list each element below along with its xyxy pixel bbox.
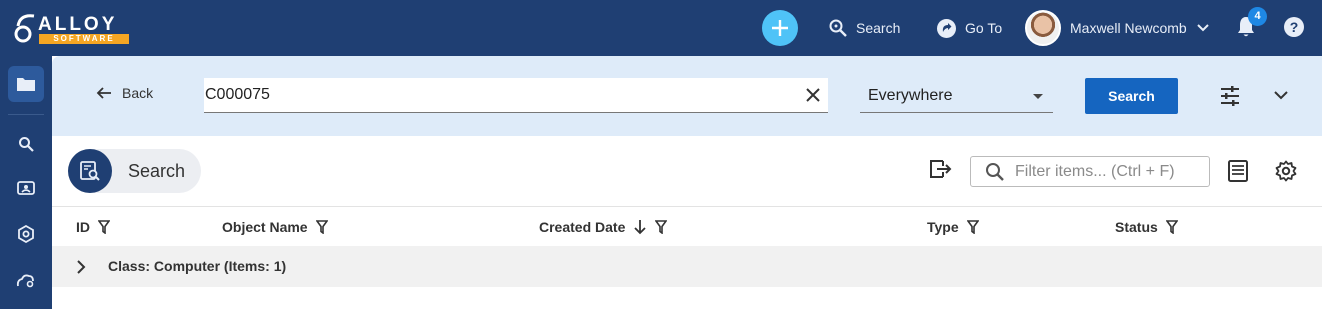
column-label: Type xyxy=(927,219,959,235)
user-menu[interactable]: Maxwell Newcomb xyxy=(1025,10,1210,46)
view-title-pill: Search xyxy=(68,149,201,193)
global-search-label: Search xyxy=(856,20,901,36)
filter-icon[interactable] xyxy=(98,220,110,234)
export-icon[interactable] xyxy=(929,159,953,179)
plus-icon xyxy=(772,20,788,36)
alloy-logo[interactable]: ALLOY SOFTWARE xyxy=(14,12,130,46)
arrow-left-icon xyxy=(96,87,111,99)
global-search-link[interactable]: Search xyxy=(828,16,900,40)
results-table-header: ID Object Name Created Date Type Status xyxy=(52,206,1322,246)
settings-hex-icon xyxy=(18,225,34,243)
group-row-computer[interactable]: Class: Computer (Items: 1) xyxy=(52,246,1322,287)
logo-subtext: SOFTWARE xyxy=(39,34,129,44)
nav-item-contacts[interactable] xyxy=(8,170,44,206)
list-view-icon[interactable] xyxy=(1227,160,1249,182)
back-label: Back xyxy=(122,85,154,101)
go-to-icon xyxy=(937,18,956,38)
column-header-status[interactable]: Status xyxy=(1115,219,1178,235)
column-header-type[interactable]: Type xyxy=(927,219,979,235)
search-icon xyxy=(19,137,34,152)
create-new-button[interactable] xyxy=(762,10,798,46)
close-icon[interactable] xyxy=(804,86,822,104)
column-header-object-name[interactable]: Object Name xyxy=(222,219,328,235)
column-header-id[interactable]: ID xyxy=(76,219,110,235)
go-to-link[interactable]: Go To xyxy=(936,16,1002,40)
folder-icon xyxy=(17,78,35,91)
filter-icon[interactable] xyxy=(315,220,328,234)
left-nav xyxy=(0,56,52,309)
caret-down-icon xyxy=(1033,94,1043,99)
user-name: Maxwell Newcomb xyxy=(1070,20,1187,36)
nav-item-objects[interactable] xyxy=(8,66,44,102)
search-scope-value: Everywhere xyxy=(868,87,953,104)
filter-icon[interactable] xyxy=(1165,220,1178,234)
go-to-label: Go To xyxy=(965,20,1003,36)
group-label: Class: Computer (Items: 1) xyxy=(108,258,287,274)
nav-item-settings[interactable] xyxy=(8,216,44,252)
nav-item-admin[interactable] xyxy=(8,262,44,298)
page-title: Search xyxy=(128,161,186,181)
contact-card-icon xyxy=(17,181,35,195)
filter-icon[interactable] xyxy=(655,220,668,234)
filter-input[interactable] xyxy=(1015,161,1203,183)
avatar xyxy=(1025,10,1061,46)
back-button[interactable]: Back xyxy=(96,85,153,101)
tune-icon[interactable] xyxy=(1219,85,1241,107)
filter-icon[interactable] xyxy=(966,220,979,234)
gear-icon[interactable] xyxy=(1275,160,1297,182)
search-scope-select[interactable]: Everywhere xyxy=(860,78,1053,113)
search-button[interactable]: Search xyxy=(1085,78,1178,114)
arrow-down-icon[interactable] xyxy=(633,219,647,235)
chevron-right-icon[interactable] xyxy=(76,260,86,274)
search-results-icon xyxy=(68,149,112,193)
chevron-down-icon[interactable] xyxy=(1272,88,1290,102)
help-icon[interactable]: ? xyxy=(1284,17,1304,37)
column-header-created-date[interactable]: Created Date xyxy=(539,219,668,235)
logo-text: ALLOY xyxy=(38,14,118,35)
nav-divider xyxy=(8,114,44,115)
notification-badge: 4 xyxy=(1248,7,1267,26)
top-bar: ALLOY SOFTWARE Search Go To Maxwell Newc… xyxy=(0,0,1322,56)
search-icon xyxy=(829,19,847,37)
chevron-down-icon xyxy=(1196,24,1209,32)
nav-item-search[interactable] xyxy=(8,126,44,162)
cloud-gear-icon xyxy=(16,274,34,288)
column-label: Created Date xyxy=(539,219,626,235)
column-label: ID xyxy=(76,219,90,235)
search-input[interactable] xyxy=(204,78,794,112)
search-icon xyxy=(986,163,1004,181)
search-query-field[interactable] xyxy=(204,78,828,113)
logo-mark-icon xyxy=(14,14,35,43)
column-label: Status xyxy=(1115,219,1158,235)
column-label: Object Name xyxy=(222,219,308,235)
filter-items-field[interactable] xyxy=(970,156,1210,187)
